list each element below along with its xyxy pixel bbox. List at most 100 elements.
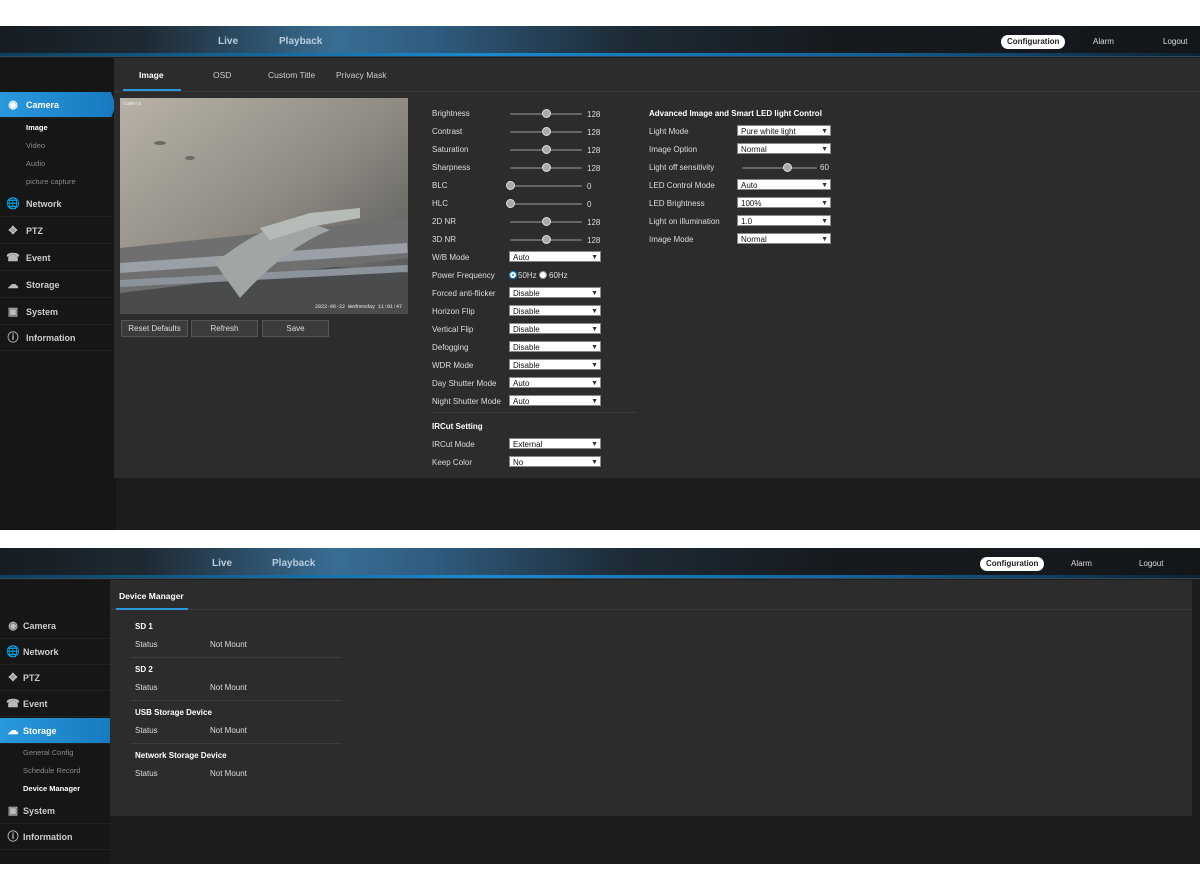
- slider-handle[interactable]: [506, 181, 515, 190]
- logout-link[interactable]: Logout: [1163, 37, 1187, 46]
- slider-handle[interactable]: [542, 109, 551, 118]
- submenu-schedule-record[interactable]: Schedule Record: [23, 766, 81, 775]
- alarm-link[interactable]: Alarm: [1093, 37, 1114, 46]
- divider: [432, 412, 636, 413]
- dropdown-select[interactable]: Disable ▼: [509, 305, 601, 316]
- sidebar-item-ptz[interactable]: ✥ PTZ: [0, 665, 110, 691]
- cloud-icon: ☁: [7, 725, 19, 737]
- light-on-illumination-select[interactable]: 1.0 ▼: [737, 215, 831, 226]
- sidebar-item-network[interactable]: 🌐 Network: [0, 639, 110, 665]
- sidebar-item-storage[interactable]: ☁ Storage: [0, 718, 116, 744]
- select-value: Auto: [513, 253, 530, 262]
- chevron-down-icon: ▼: [821, 128, 828, 135]
- sidebar-item-ptz[interactable]: ✥ PTZ: [0, 218, 116, 244]
- dropdown-select[interactable]: Disable ▼: [509, 287, 601, 298]
- playback-link[interactable]: Playback: [272, 558, 315, 569]
- sidebar-item-camera[interactable]: ◉ Camera: [0, 613, 110, 639]
- image-mode-select[interactable]: Normal ▼: [737, 233, 831, 244]
- dropdown-select[interactable]: Auto ▼: [509, 377, 601, 388]
- sidebar-item-label: System: [26, 307, 59, 317]
- slider-track[interactable]: [510, 235, 582, 244]
- dropdown-select[interactable]: Disable ▼: [509, 323, 601, 334]
- light-mode-select[interactable]: Pure white light ▼: [737, 125, 831, 136]
- select-value: 100%: [741, 199, 762, 208]
- reset-defaults-button[interactable]: Reset Defaults: [121, 320, 188, 337]
- live-link[interactable]: Live: [218, 36, 238, 47]
- slider-track[interactable]: [506, 199, 582, 208]
- sidebar-item-information[interactable]: ⓘ Information: [0, 824, 110, 850]
- wb-mode-select[interactable]: Auto ▼: [509, 251, 601, 262]
- configuration-button[interactable]: Configuration: [980, 557, 1045, 571]
- slider-value: 128: [587, 236, 601, 245]
- sidebar-item-storage[interactable]: ☁ Storage: [0, 272, 116, 298]
- top-navigation-bar: Live Playback Configuration Alarm Logout: [0, 26, 1200, 57]
- chevron-down-icon: ▼: [591, 441, 598, 448]
- sidebar-item-information[interactable]: ⓘ Information: [0, 325, 116, 351]
- tab-privacy-mask[interactable]: Privacy Mask: [336, 70, 387, 80]
- slider-label: Brightness: [432, 109, 470, 118]
- sidebar-item-label: Event: [23, 699, 48, 709]
- sidebar-item-system[interactable]: ▣ System: [0, 798, 110, 824]
- ircut-mode-select[interactable]: External ▼: [509, 438, 601, 449]
- slider-track[interactable]: [510, 217, 582, 226]
- alarm-link[interactable]: Alarm: [1071, 559, 1092, 568]
- slider-handle[interactable]: [542, 145, 551, 154]
- status-value: Not Mount: [210, 769, 247, 778]
- submenu-device-manager[interactable]: Device Manager: [23, 784, 80, 793]
- submenu-general-config[interactable]: General Config: [23, 748, 73, 757]
- tab-device-manager[interactable]: Device Manager: [119, 591, 184, 601]
- submenu-image[interactable]: Image: [26, 123, 48, 132]
- dropdown-select[interactable]: Disable ▼: [509, 359, 601, 370]
- slider-track[interactable]: [510, 163, 582, 172]
- logout-link[interactable]: Logout: [1139, 559, 1163, 568]
- select-value: Disable: [513, 361, 540, 370]
- submenu-audio[interactable]: Audio: [26, 159, 45, 168]
- sidebar-item-event[interactable]: ☎ Event: [0, 691, 110, 717]
- slider-handle[interactable]: [783, 163, 792, 172]
- submenu-video[interactable]: Video: [26, 141, 45, 150]
- slider-handle[interactable]: [506, 199, 515, 208]
- slider-value: 128: [587, 128, 601, 137]
- refresh-button[interactable]: Refresh: [191, 320, 258, 337]
- light-off-sensitivity-slider[interactable]: [742, 163, 817, 172]
- tab-custom-title[interactable]: Custom Title: [268, 70, 315, 80]
- select-value: Normal: [741, 145, 767, 154]
- slider-value: 128: [587, 146, 601, 155]
- radio-60hz[interactable]: [539, 271, 547, 279]
- led-brightness-select[interactable]: 100% ▼: [737, 197, 831, 208]
- tab-image[interactable]: Image: [139, 70, 164, 80]
- radio-50hz[interactable]: [509, 271, 517, 279]
- dropdown-select[interactable]: Auto ▼: [509, 395, 601, 406]
- led-control-mode-select[interactable]: Auto ▼: [737, 179, 831, 190]
- dropdown-select[interactable]: Disable ▼: [509, 341, 601, 352]
- select-value: Normal: [741, 235, 767, 244]
- slider-track[interactable]: [510, 127, 582, 136]
- divider: [130, 743, 342, 744]
- tab-bar: Device Manager: [110, 580, 1192, 610]
- playback-link[interactable]: Playback: [279, 36, 322, 47]
- slider-handle[interactable]: [542, 235, 551, 244]
- slider-track[interactable]: [506, 181, 582, 190]
- tab-osd[interactable]: OSD: [213, 70, 231, 80]
- image-option-select[interactable]: Normal ▼: [737, 143, 831, 154]
- slider-handle[interactable]: [542, 163, 551, 172]
- keep-color-select[interactable]: No ▼: [509, 456, 601, 467]
- select-value: Pure white light: [741, 127, 796, 136]
- slider-handle[interactable]: [542, 217, 551, 226]
- sidebar-item-system[interactable]: ▣ System: [0, 299, 116, 325]
- sidebar-item-network[interactable]: 🌐 Network: [0, 191, 116, 217]
- sidebar-item-event[interactable]: ☎ Event: [0, 245, 116, 271]
- slider-handle[interactable]: [542, 127, 551, 136]
- slider-track[interactable]: [510, 109, 582, 118]
- configuration-button[interactable]: Configuration: [1001, 35, 1066, 49]
- sidebar-item-camera[interactable]: ◉ Camera: [0, 92, 116, 118]
- sidebar-item-label: Camera: [23, 621, 57, 631]
- live-link[interactable]: Live: [212, 558, 232, 569]
- device-manager-screen: Live Playback Configuration Alarm Logout…: [0, 548, 1200, 864]
- image-settings-screen: Live Playback Configuration Alarm Logout…: [0, 26, 1200, 530]
- save-button[interactable]: Save: [262, 320, 329, 337]
- slider-track[interactable]: [510, 145, 582, 154]
- submenu-picture-capture[interactable]: picture capture: [26, 177, 76, 186]
- select-label: Horizon Flip: [432, 307, 475, 316]
- slider-value: 128: [587, 164, 601, 173]
